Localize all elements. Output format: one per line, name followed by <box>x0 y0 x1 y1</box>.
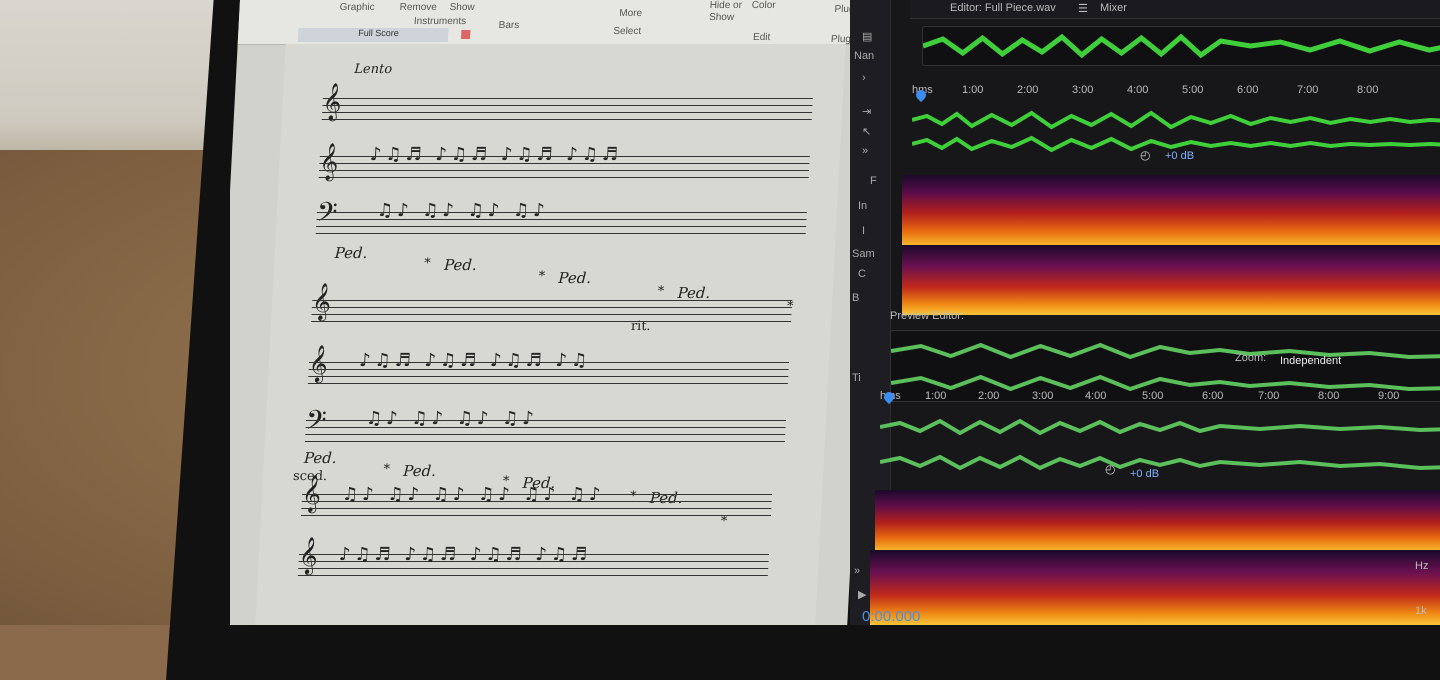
timecode-display[interactable]: 0:00.000 <box>862 608 920 625</box>
preview-waveform[interactable] <box>879 412 1440 482</box>
ruler-tick: 7:00 <box>1258 390 1280 402</box>
pedal-release-icon: * <box>383 462 391 477</box>
panel-label: Ti <box>852 372 861 384</box>
pedal-release-icon: * <box>720 514 728 529</box>
ruler-tick: 5:00 <box>1142 390 1164 402</box>
score-sheet: Lento 𝄞 𝄞 ♪♫♬ ♪♫♬ ♪♫♬ ♪♫♬ 𝄢 ♫♪ ♫♪ ♫♪ ♫♪ … <box>255 44 846 625</box>
panel-label: B <box>852 292 860 304</box>
close-icon[interactable] <box>460 30 471 39</box>
ruler-tick: 6:00 <box>1202 390 1224 402</box>
editor-tabbar: Editor: Full Piece.wav ☰ Mixer <box>910 0 1440 19</box>
preview-time-ruler[interactable]: hms 1:00 2:00 3:00 4:00 5:00 6:00 7:00 8… <box>880 388 1440 408</box>
score-app: Graphic Remove Show Instruments Bars Mor… <box>230 0 881 625</box>
ribbon-item[interactable]: Remove <box>399 2 437 13</box>
note-group: ♫♪ ♫♪ ♫♪ ♫♪ ♫♪ ♫♪ <box>341 484 605 505</box>
monitor-screen: Graphic Remove Show Instruments Bars Mor… <box>230 0 1440 625</box>
preview-spectral-display-right[interactable] <box>870 550 1440 625</box>
pedal-release-icon: * <box>423 256 432 271</box>
time-ruler[interactable]: hms 1:00 2:00 3:00 4:00 5:00 6:00 7:00 8… <box>912 82 1440 102</box>
ruler-tick: 6:00 <box>1237 84 1259 96</box>
spectral-display-right[interactable] <box>902 245 1440 315</box>
ribbon-item[interactable]: Color <box>751 0 775 11</box>
tab-mixer[interactable]: Mixer <box>1100 2 1127 14</box>
panel-label: Sam <box>852 248 875 260</box>
main-waveform[interactable] <box>911 108 1440 156</box>
panel-label: I <box>862 225 866 237</box>
ribbon-item[interactable]: Show <box>449 2 475 13</box>
ribbon-group: Bars <box>498 20 520 31</box>
double-chevron-icon[interactable]: » <box>862 145 868 157</box>
ruler-tick: 2:00 <box>1017 84 1039 96</box>
ruler-tick: 8:00 <box>1357 84 1379 96</box>
panel-label: F <box>870 175 877 187</box>
gain-readout[interactable]: +0 dB <box>1165 150 1194 162</box>
staff-voice <box>311 300 793 322</box>
tempo-mark: Lento <box>353 62 393 77</box>
overview-waveform[interactable] <box>922 26 1440 66</box>
ruler-tick: 4:00 <box>1127 84 1149 96</box>
note-group: ♫♪ ♫♪ ♫♪ ♫♪ <box>376 200 550 221</box>
note-group: ♪♫♬ ♪♫♬ ♪♫♬ ♪♫♬ <box>338 544 592 565</box>
pedal-release-icon: * <box>657 284 665 299</box>
ruler-tick: 3:00 <box>1032 390 1054 402</box>
audio-editor-app: ▤ Nan › ⇥ ↖ » F In I Sam C B Ti » ▶ Edit… <box>850 0 1440 625</box>
freq-label: 1k <box>1415 605 1427 617</box>
note-group: ♪♫♬ ♪♫♬ ♪♫♬ ♪♫♬ <box>369 144 623 165</box>
ruler-tick: 8:00 <box>1318 390 1340 402</box>
pedal-mark: Ped. <box>303 449 338 467</box>
pedal-release-icon: * <box>538 269 546 284</box>
cursor-icon: ↖ <box>862 126 872 138</box>
ruler-tick: 3:00 <box>1072 84 1094 96</box>
ribbon-item[interactable]: Show <box>709 12 735 23</box>
freq-label: Hz <box>1415 560 1429 572</box>
folder-icon[interactable]: ▤ <box>862 30 872 43</box>
ribbon-group: Edit <box>752 32 771 43</box>
ritardando-mark: rit. <box>630 319 652 334</box>
spectral-display-left[interactable] <box>902 175 1440 245</box>
preview-gain-readout[interactable]: +0 dB <box>1130 468 1159 480</box>
pedal-mark: Ped. <box>402 462 437 480</box>
pedal-mark: Ped. <box>334 244 368 262</box>
tab-editor[interactable]: Editor: Full Piece.wav <box>950 2 1056 14</box>
note-group: ♪♫♬ ♪♫♬ ♪♫♬ ♪♫ <box>358 350 592 371</box>
pedal-mark: Ped. <box>557 269 592 287</box>
gain-knob-icon[interactable]: ◴ <box>1105 462 1115 476</box>
double-chevron-icon[interactable]: » <box>854 565 860 577</box>
chevron-right-icon[interactable]: › <box>862 72 866 84</box>
note-group: ♫♪ ♫♪ ♫♪ ♫♪ <box>365 408 539 429</box>
preview-spectral-display-left[interactable] <box>875 490 1440 550</box>
panel-label: In <box>858 200 868 212</box>
ruler-tick: 2:00 <box>978 390 1000 402</box>
ruler-tick: 1:00 <box>925 390 947 402</box>
play-icon[interactable]: ▶ <box>858 588 866 601</box>
ruler-tick: 7:00 <box>1297 84 1319 96</box>
zoom-label: Zoom: <box>1235 352 1267 364</box>
ruler-tick: 4:00 <box>1085 390 1107 402</box>
ribbon-group: Select <box>613 26 642 37</box>
ruler-tick: 1:00 <box>962 84 984 96</box>
ribbon-item[interactable]: Hide or <box>709 0 742 11</box>
pedal-mark: Ped. <box>443 256 478 274</box>
ribbon-item[interactable]: Graphic <box>339 2 375 13</box>
staff-voice <box>321 98 813 120</box>
zoom-value[interactable]: Independent <box>1280 355 1341 367</box>
ruler-tick: 9:00 <box>1378 390 1400 402</box>
import-icon[interactable]: ⇥ <box>862 105 871 118</box>
ribbon-group: Instruments <box>413 16 467 27</box>
ruler-tick: 5:00 <box>1182 84 1204 96</box>
preview-editor-label: Preview Editor: <box>890 310 964 322</box>
gain-knob-icon[interactable]: ◴ <box>1140 148 1150 162</box>
ribbon-item[interactable]: More <box>619 8 642 19</box>
menu-icon[interactable]: ☰ <box>1078 2 1088 15</box>
tab-full-score[interactable]: Full Score <box>297 28 471 42</box>
panel-label: Nan <box>854 50 875 62</box>
tab-label: Full Score <box>358 28 400 38</box>
panel-label: C <box>858 268 866 280</box>
